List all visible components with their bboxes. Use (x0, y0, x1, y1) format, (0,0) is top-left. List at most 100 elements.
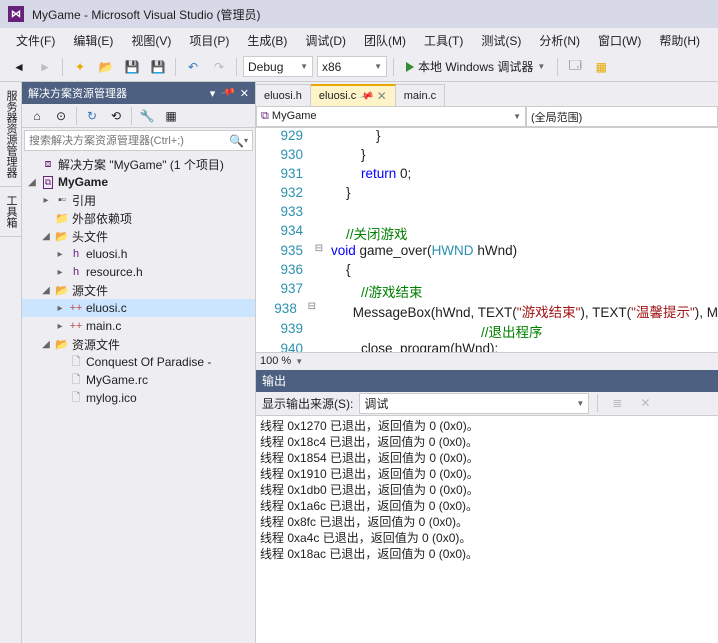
tree-node[interactable]: ▸heluosi.h (22, 245, 255, 263)
code-editor[interactable]: 929 }930 }931 return 0;932 }933934 //关闭游… (256, 128, 718, 352)
code-text[interactable]: void game_over(HWND hWnd) (327, 243, 718, 262)
fold-icon[interactable] (311, 204, 327, 223)
save-all-button[interactable]: 💾 (147, 56, 169, 78)
menu-item[interactable]: 测试(S) (473, 29, 529, 52)
code-line[interactable]: 937 //游戏结束 (256, 281, 718, 301)
code-line[interactable]: 930 } (256, 147, 718, 166)
menu-item[interactable]: 项目(P) (181, 29, 237, 52)
side-tab[interactable]: 工具箱 (0, 187, 21, 237)
new-button[interactable]: ✦ (69, 56, 91, 78)
code-text[interactable]: MessageBox(hWnd, TEXT("游戏结束"), TEXT("温馨提… (319, 301, 718, 321)
code-text[interactable]: //游戏结束 (327, 281, 718, 301)
tree-node[interactable]: ◢📂源文件 (22, 281, 255, 299)
menu-item[interactable]: 编辑(E) (65, 29, 121, 52)
fold-icon[interactable]: ⊟ (305, 301, 319, 321)
menu-item[interactable]: 文件(F) (8, 29, 63, 52)
home-button[interactable]: ⌂ (26, 105, 48, 127)
fold-icon[interactable] (311, 262, 327, 281)
forward-button[interactable]: ► (34, 56, 56, 78)
code-text[interactable]: //退出程序 (327, 321, 718, 341)
refresh-button[interactable]: ⟲ (105, 105, 127, 127)
platform-select[interactable]: x86▼ (317, 56, 387, 77)
output-tool-button[interactable]: ✕ (634, 392, 656, 414)
code-line[interactable]: 936 { (256, 262, 718, 281)
code-text[interactable]: } (327, 128, 718, 147)
fold-icon[interactable] (311, 341, 327, 352)
tree-node[interactable]: ⧈解决方案 "MyGame" (1 个项目) (22, 155, 255, 173)
show-all-button[interactable]: ▦ (160, 105, 182, 127)
pin-icon[interactable]: 📌 (358, 88, 374, 104)
code-text[interactable]: return 0; (327, 166, 718, 185)
expand-icon[interactable]: ◢ (40, 285, 52, 296)
expand-icon[interactable]: ▸ (40, 195, 52, 206)
fold-icon[interactable] (311, 223, 327, 243)
menu-item[interactable]: 生成(B) (239, 29, 295, 52)
expand-icon[interactable]: ◢ (26, 177, 38, 188)
code-line[interactable]: 931 return 0; (256, 166, 718, 185)
close-icon[interactable]: ✕ (240, 87, 249, 100)
expand-icon[interactable]: ▸ (54, 267, 66, 278)
tree-node[interactable]: ▸++eluosi.c (22, 299, 255, 317)
menu-item[interactable]: 分析(N) (531, 29, 588, 52)
expand-icon[interactable]: ▸ (54, 321, 66, 332)
menu-item[interactable]: 工具(T) (416, 29, 471, 52)
tree-node[interactable]: ▸++main.c (22, 317, 255, 335)
menu-item[interactable]: 帮助(H) (651, 29, 708, 52)
run-button[interactable]: 本地 Windows 调试器 ▼ (400, 56, 551, 78)
editor-tab[interactable]: main.c (396, 84, 445, 106)
editor-tab[interactable]: eluosi.h (256, 84, 311, 106)
config-select[interactable]: Debug▼ (243, 56, 313, 77)
save-button[interactable]: 💾 (121, 56, 143, 78)
code-line[interactable]: 935⊟void game_over(HWND hWnd) (256, 243, 718, 262)
code-line[interactable]: 934 //关闭游戏 (256, 223, 718, 243)
fold-icon[interactable] (311, 281, 327, 301)
undo-button[interactable]: ↶ (182, 56, 204, 78)
nav-scope-select[interactable]: ⧉ MyGame ▼ (256, 106, 526, 127)
tree-node[interactable]: 📁外部依赖项 (22, 209, 255, 227)
code-text[interactable]: //关闭游戏 (327, 223, 718, 243)
solution-tree[interactable]: ⧈解决方案 "MyGame" (1 个项目)◢⧉MyGame▸▪▫引用📁外部依赖… (22, 153, 255, 643)
tool-button[interactable]: 🗔 (564, 56, 586, 78)
open-button[interactable]: 📂 (95, 56, 117, 78)
editor-tab[interactable]: eluosi.c📌✕ (311, 84, 396, 106)
menu-item[interactable]: 调试(D) (297, 29, 354, 52)
code-line[interactable]: 929 } (256, 128, 718, 147)
fold-icon[interactable] (311, 128, 327, 147)
tree-node[interactable]: 🗋Conquest Of Paradise - (22, 353, 255, 371)
code-line[interactable]: 932 } (256, 185, 718, 204)
fold-icon[interactable] (311, 185, 327, 204)
sync-button[interactable]: ↻ (81, 105, 103, 127)
output-source-select[interactable]: 调试 ▼ (359, 393, 589, 414)
menu-item[interactable]: 窗口(W) (590, 29, 649, 52)
tool-button[interactable]: ▦ (590, 56, 612, 78)
expand-icon[interactable]: ◢ (40, 339, 52, 350)
dropdown-icon[interactable]: ▾ (210, 87, 216, 100)
nav-member-select[interactable]: (全局范围) (526, 106, 718, 127)
tree-node[interactable]: ▸hresource.h (22, 263, 255, 281)
redo-button[interactable]: ↷ (208, 56, 230, 78)
tree-node[interactable]: ◢📂头文件 (22, 227, 255, 245)
side-tab[interactable]: 服务器资源管理器 (0, 82, 21, 187)
tree-node[interactable]: 🗋MyGame.rc (22, 371, 255, 389)
tree-node[interactable]: ◢⧉MyGame (22, 173, 255, 191)
zoom-level[interactable]: 100 % (260, 355, 291, 367)
close-icon[interactable]: ✕ (377, 89, 387, 103)
props-button[interactable]: 🔧 (136, 105, 158, 127)
tree-node[interactable]: 🗋mylog.ico (22, 389, 255, 407)
search-input[interactable] (29, 135, 229, 147)
output-tool-button[interactable]: ≣ (606, 392, 628, 414)
expand-icon[interactable]: ▸ (54, 303, 66, 314)
menu-item[interactable]: 团队(M) (356, 29, 414, 52)
code-text[interactable]: } (327, 185, 718, 204)
collapse-button[interactable]: ⊙ (50, 105, 72, 127)
back-button[interactable]: ◄ (8, 56, 30, 78)
expand-icon[interactable]: ◢ (40, 231, 52, 242)
menu-item[interactable]: 视图(V) (123, 29, 179, 52)
code-line[interactable]: 939 //退出程序 (256, 321, 718, 341)
pin-icon[interactable]: 📌 (219, 84, 236, 101)
tree-node[interactable]: ▸▪▫引用 (22, 191, 255, 209)
code-line[interactable]: 938⊟ MessageBox(hWnd, TEXT("游戏结束"), TEXT… (256, 301, 718, 321)
fold-icon[interactable] (311, 321, 327, 341)
code-text[interactable] (327, 204, 718, 223)
output-content[interactable]: 线程 0x1270 已退出，返回值为 0 (0x0)。线程 0x18c4 已退出… (256, 416, 718, 643)
